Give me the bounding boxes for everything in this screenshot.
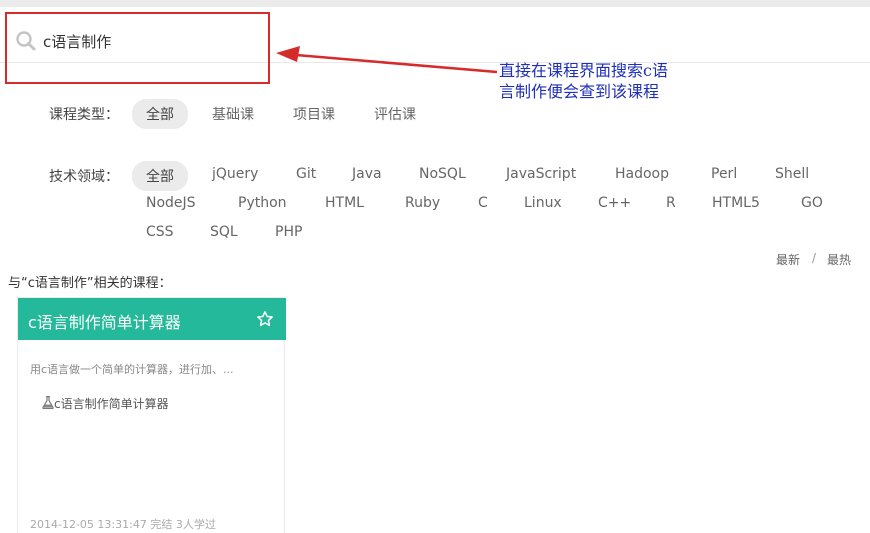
course-type-basic[interactable]: 基础课 xyxy=(212,104,254,124)
course-card-header[interactable]: c语言制作简单计算器 xyxy=(18,298,286,340)
tech-all[interactable]: 全部 xyxy=(132,161,188,191)
annotation-line-2: 言制作便会查到该课程 xyxy=(499,82,660,101)
tech-nodejs[interactable]: NodeJS xyxy=(146,195,196,211)
course-card[interactable]: c语言制作简单计算器 用c语言做一个简单的计算器，进行加、... c语言制作简单… xyxy=(17,297,286,533)
course-card-description: 用c语言做一个简单的计算器，进行加、... xyxy=(30,363,234,376)
tech-label: 技术领域： xyxy=(49,169,119,185)
search-query[interactable]: c语言制作 xyxy=(43,31,111,52)
sort-hottest[interactable]: 最热 xyxy=(827,251,851,268)
tech-shell[interactable]: Shell xyxy=(775,166,809,182)
sort-newest[interactable]: 最新 xyxy=(776,251,800,268)
search-highlight-box: c语言制作 xyxy=(5,12,270,84)
course-type-assessment[interactable]: 评估课 xyxy=(374,104,416,124)
tech-go[interactable]: GO xyxy=(801,195,823,211)
tech-linux[interactable]: Linux xyxy=(524,195,562,211)
results-heading: 与“c语言制作”相关的课程： xyxy=(8,276,172,291)
top-bar xyxy=(0,0,870,7)
annotation-note: 直接在课程界面搜索c语 言制作便会查到该课程 xyxy=(499,60,714,102)
course-card-footer: 2014-12-05 13:31:47 完结 3人学过 xyxy=(30,518,216,531)
tech-html5[interactable]: HTML5 xyxy=(712,195,760,211)
course-card-lab-label: c语言制作简单计算器 xyxy=(54,397,169,411)
course-card-title[interactable]: c语言制作简单计算器 xyxy=(28,309,181,333)
tech-css[interactable]: CSS xyxy=(146,224,174,240)
tech-ruby[interactable]: Ruby xyxy=(405,195,440,211)
tech-perl[interactable]: Perl xyxy=(711,166,737,182)
annotation-line-1: 直接在课程界面搜索c语 xyxy=(499,61,668,80)
tech-r[interactable]: R xyxy=(666,195,676,211)
tech-cpp[interactable]: C++ xyxy=(598,195,631,211)
course-type-label: 课程类型： xyxy=(49,107,119,123)
course-type-all[interactable]: 全部 xyxy=(132,99,188,129)
tech-javascript[interactable]: JavaScript xyxy=(506,166,576,182)
tech-git[interactable]: Git xyxy=(296,166,316,182)
tech-sql[interactable]: SQL xyxy=(210,224,238,240)
search-input[interactable]: c语言制作 xyxy=(15,28,111,54)
course-card-lab[interactable]: c语言制作简单计算器 xyxy=(42,395,169,412)
tech-html[interactable]: HTML xyxy=(325,195,364,211)
tech-java[interactable]: Java xyxy=(352,166,382,182)
tech-jquery[interactable]: jQuery xyxy=(212,166,258,182)
search-icon xyxy=(15,30,37,52)
flask-icon xyxy=(42,395,54,412)
course-type-project[interactable]: 项目课 xyxy=(293,104,335,124)
sort-separator: / xyxy=(812,251,817,265)
tech-php[interactable]: PHP xyxy=(275,224,302,240)
star-icon[interactable] xyxy=(256,310,274,332)
tech-hadoop[interactable]: Hadoop xyxy=(615,166,669,182)
tech-nosql[interactable]: NoSQL xyxy=(419,166,466,182)
tech-python[interactable]: Python xyxy=(238,195,287,211)
tech-c[interactable]: C xyxy=(478,195,488,211)
